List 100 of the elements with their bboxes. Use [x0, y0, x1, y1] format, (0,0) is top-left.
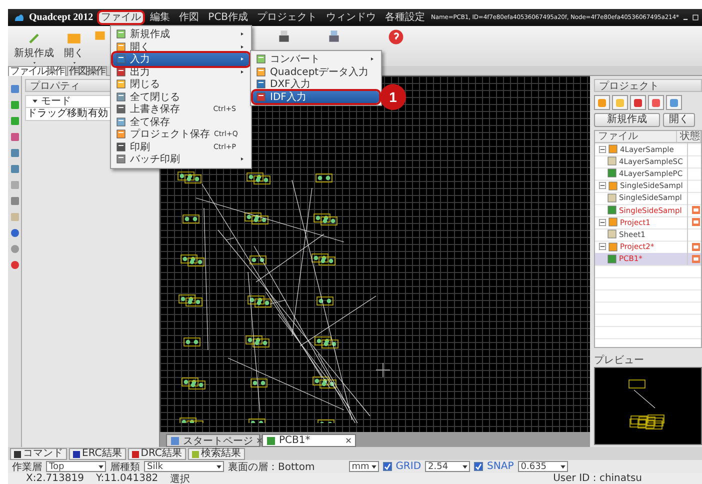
project-button[interactable]: 新規作成 [594, 113, 660, 127]
dropdown-field[interactable]: mm [348, 461, 379, 472]
menu-item[interactable]: コンバート [253, 53, 379, 66]
maximize-icon[interactable] [692, 14, 699, 21]
logo-icon [12, 12, 26, 22]
app-name: Quadcept 2012 [29, 12, 94, 23]
dropdown-field[interactable]: Silk [144, 461, 224, 472]
menu-bar-item[interactable]: 編集 [146, 10, 174, 25]
checkbox[interactable] [474, 462, 484, 471]
project-icon [608, 144, 618, 154]
view-button[interactable] [594, 95, 610, 110]
dropdown-field[interactable]: 0.635 [518, 461, 568, 472]
ribbon-button[interactable]: 新規作成 [14, 29, 54, 65]
document-icon [116, 79, 126, 90]
page-icon [170, 436, 180, 446]
menu-bar-item[interactable]: ファイル [97, 10, 146, 25]
output-tab[interactable]: ERC結果 [69, 448, 126, 460]
menu-item[interactable]: バッチ印刷 [113, 153, 249, 166]
back-layer-label: 裏面の層：Bottom [228, 460, 315, 474]
project-icon [608, 217, 618, 228]
output-tab[interactable]: コマンド [10, 448, 67, 460]
help-icon[interactable] [388, 29, 404, 45]
sheet-icon [607, 156, 617, 166]
folder-icon[interactable] [94, 29, 106, 41]
editor-tab[interactable]: スタートページ [166, 434, 260, 447]
dropdown-field[interactable]: 2.54 [425, 461, 470, 472]
menu-item[interactable]: 新規作成 [113, 28, 249, 40]
menu-bar-item[interactable]: ウィンドウ [322, 10, 380, 25]
checkbox-label: GRID [396, 461, 422, 472]
view-button[interactable] [648, 95, 664, 110]
caret-icon [370, 56, 375, 62]
project-icon [608, 180, 618, 191]
menu-bar-item[interactable]: PCB作成 [204, 10, 252, 25]
ribbon-button[interactable]: 開く [64, 29, 84, 65]
dropdown-field[interactable]: Top [46, 461, 106, 472]
project-button[interactable]: 開く [663, 113, 695, 127]
checkbox-label: SNAP [487, 461, 514, 472]
document-icon [116, 116, 126, 127]
menu-item[interactable]: IDF入力 [253, 90, 379, 103]
document-icon [116, 54, 126, 64]
menu-item[interactable]: Quadceptデータ入力 [253, 66, 379, 78]
caret-icon [461, 462, 470, 470]
collapse-icon[interactable] [599, 218, 606, 226]
caret-icon [370, 462, 378, 470]
crosshair-icon [376, 363, 390, 377]
document-icon [116, 129, 126, 140]
document-icon [256, 66, 266, 77]
printer-icon[interactable] [276, 29, 292, 45]
document-icon [116, 92, 126, 102]
sheet-icon [607, 192, 617, 203]
caret-icon [558, 462, 567, 470]
document-icon [116, 104, 126, 114]
board-icon [607, 254, 617, 264]
view-button[interactable] [666, 95, 682, 110]
menu-bar-item[interactable]: プロジェクト [253, 10, 322, 25]
document-icon [116, 154, 126, 164]
caret-icon [215, 462, 223, 470]
checkbox[interactable] [382, 462, 392, 471]
ribbon-tab[interactable]: ファイル操作 [8, 66, 66, 77]
printer-icon[interactable] [326, 29, 342, 45]
x-coordinate: X:2.713819 [26, 473, 84, 484]
board-icon [607, 205, 617, 216]
document-icon [256, 92, 266, 102]
close-icon [256, 437, 263, 444]
editor-tab[interactable]: PCB1* [262, 434, 356, 447]
document-icon [116, 42, 126, 52]
ribbon-tab[interactable]: 作図操作 [67, 66, 107, 77]
view-button[interactable] [612, 95, 628, 110]
caret-icon [97, 462, 105, 470]
output-tab[interactable]: DRC結果 [128, 448, 186, 460]
field-label: 作業層 [12, 460, 42, 474]
document-icon [116, 29, 126, 40]
menu-item[interactable]: DXF入力 [253, 78, 379, 90]
property-name: ドラッグ移動 [26, 108, 87, 120]
view-button[interactable] [630, 95, 646, 110]
project-icon [608, 242, 618, 252]
panel-title: プロジェクト [594, 79, 702, 92]
pcb-canvas[interactable] [160, 76, 590, 432]
collapse-icon[interactable] [599, 243, 606, 250]
document-icon [116, 66, 126, 77]
menu-bar-item[interactable]: 各種設定 [381, 10, 430, 25]
collapse-icon[interactable] [599, 146, 606, 153]
board-icon [607, 168, 617, 178]
column-header: ファイル [595, 131, 677, 142]
mode-status: 選択 [170, 472, 190, 484]
menu-bar-item[interactable]: 作図 [175, 10, 204, 25]
menu-item[interactable]: 入力 [113, 53, 249, 66]
collapse-icon[interactable] [599, 182, 606, 190]
close-icon [345, 437, 352, 444]
menu-item[interactable]: 開く [113, 40, 249, 53]
output-tab[interactable]: 検索結果 [188, 448, 245, 460]
caret-icon [240, 156, 245, 162]
document-icon [256, 54, 266, 64]
user-id: User ID : chinatsu [553, 473, 642, 484]
document-icon [116, 142, 126, 152]
y-coordinate: Y:11.041382 [96, 473, 158, 484]
sheet-icon [607, 229, 617, 240]
field-label: 層種類 [110, 460, 140, 474]
menu-item[interactable]: 全て保存 [113, 116, 249, 128]
column-header: 状態 [676, 131, 701, 142]
